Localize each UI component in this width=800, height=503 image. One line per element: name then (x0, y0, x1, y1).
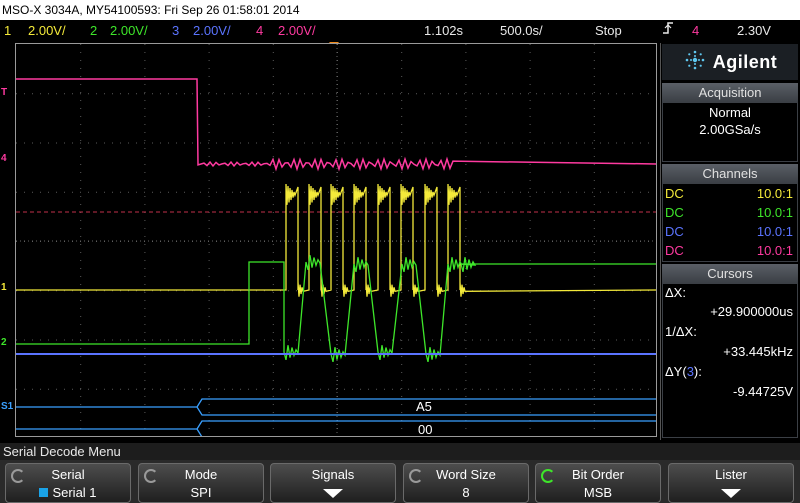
ch2-scale[interactable]: 2.00V/ (110, 20, 148, 42)
channel-probe: 10.0:1 (756, 186, 793, 201)
delta-y-prefix: ΔY( (665, 364, 687, 379)
softkey-bar: Serial Serial 1 Mode SPI Signals Word Si… (0, 460, 800, 503)
channel-probe: 10.0:1 (756, 224, 793, 239)
delta-x-value: +29.900000us (710, 304, 793, 319)
ch3-number[interactable]: 3 (172, 20, 179, 42)
bit-order-label: Bit Order (571, 467, 624, 482)
channels-box: DC 10.0:1 DC 10.0:1 DC 10.0:1 DC 10.0:1 (662, 183, 798, 262)
acquisition-header[interactable]: Acquisition (662, 83, 798, 102)
channel-probe: 10.0:1 (756, 205, 793, 220)
window-title: MSO-X 3034A, MY54100593: Fri Sep 26 01:5… (0, 0, 800, 20)
serial-value-a5: A5 (416, 399, 432, 414)
inverse-delta-x-label: 1/ΔX: (665, 324, 697, 339)
lister-softkey-label: Lister (715, 467, 747, 482)
acquisition-mode: Normal (709, 105, 751, 120)
waveform-display[interactable]: A5 00 (15, 43, 657, 437)
agilent-logo: Agilent (662, 44, 798, 80)
serial-value-00: 00 (418, 422, 433, 437)
delta-y-value: -9.44725V (733, 384, 793, 399)
lister-softkey[interactable]: Lister (668, 463, 794, 503)
channel-row: DC 10.0:1 (663, 203, 797, 222)
channel-coupling: DC (665, 224, 684, 239)
delta-x-label: ΔX: (665, 285, 686, 300)
serial-color-icon (39, 488, 49, 497)
channel-markers: T 4 1 2 S1 (0, 43, 15, 437)
ch4-number[interactable]: 4 (256, 20, 263, 42)
channel-coupling: DC (665, 205, 684, 220)
channel-coupling: DC (665, 186, 684, 201)
delta-y-label: ΔY(3): (665, 364, 702, 379)
acquisition-box: Normal 2.00GSa/s (662, 102, 798, 162)
trigger-level-marker[interactable]: T (1, 87, 7, 98)
ch1-ground-marker[interactable]: 1 (1, 282, 7, 293)
serial-softkey-label: Serial (51, 467, 85, 482)
ch3-scale[interactable]: 2.00V/ (193, 20, 231, 42)
trigger-edge-icon (662, 20, 674, 43)
channel-probe: 10.0:1 (756, 243, 793, 258)
cursors-box: ΔX: +29.900000us 1/ΔX: +33.445kHz ΔY(3):… (662, 283, 798, 438)
mode-softkey-value: SPI (190, 485, 212, 500)
submenu-arrow-icon (323, 489, 343, 498)
horizontal-delay[interactable]: 1.102s (424, 20, 463, 42)
delta-y-suffix: ): (693, 364, 702, 379)
channel-row: DC 10.0:1 (663, 222, 797, 241)
channel-row: DC 10.0:1 (663, 184, 797, 203)
channel-row: DC 10.0:1 (663, 241, 797, 260)
delta-y-channel: 3 (686, 364, 694, 379)
bit-order-value: MSB (583, 485, 613, 500)
ch4-scale[interactable]: 2.00V/ (278, 20, 316, 42)
trigger-source[interactable]: 4 (692, 20, 699, 42)
channel-coupling: DC (665, 243, 684, 258)
inverse-delta-x-value: +33.445kHz (723, 344, 793, 359)
sample-rate: 2.00GSa/s (699, 122, 761, 137)
cursors-header[interactable]: Cursors (662, 264, 798, 283)
mode-softkey-label: Mode (184, 467, 218, 482)
channels-header[interactable]: Channels (662, 164, 798, 183)
word-size-label: Word Size (436, 467, 496, 482)
serial-softkey[interactable]: Serial Serial 1 (5, 463, 131, 503)
bit-order-softkey[interactable]: Bit Order MSB (535, 463, 661, 503)
status-bar: 1 2.00V/ 2 2.00V/ 3 2.00V/ 4 2.00V/ 1.10… (0, 20, 800, 42)
ch2-ground-marker[interactable]: 2 (1, 337, 7, 348)
submenu-arrow-icon (721, 489, 741, 498)
timebase-scale[interactable]: 500.0s/ (500, 20, 543, 42)
word-size-value: 8 (462, 485, 470, 500)
ch1-scale[interactable]: 2.00V/ (28, 20, 66, 42)
logo-text: Agilent (712, 51, 778, 72)
word-size-softkey[interactable]: Word Size 8 (403, 463, 529, 503)
signals-softkey-label: Signals (311, 467, 355, 482)
run-state[interactable]: Stop (595, 20, 622, 42)
menu-title: Serial Decode Menu (0, 443, 800, 460)
ch2-number[interactable]: 2 (90, 20, 97, 42)
agilent-spark-icon (683, 48, 707, 77)
trigger-level[interactable]: 2.30V (737, 20, 771, 42)
serial-bus-marker[interactable]: S1 (1, 401, 13, 412)
ch1-number[interactable]: 1 (4, 20, 11, 42)
serial-softkey-value: Serial 1 (52, 485, 97, 500)
mode-softkey[interactable]: Mode SPI (138, 463, 264, 503)
ch4-ground-marker[interactable]: 4 (1, 153, 7, 164)
signals-softkey[interactable]: Signals (270, 463, 396, 503)
